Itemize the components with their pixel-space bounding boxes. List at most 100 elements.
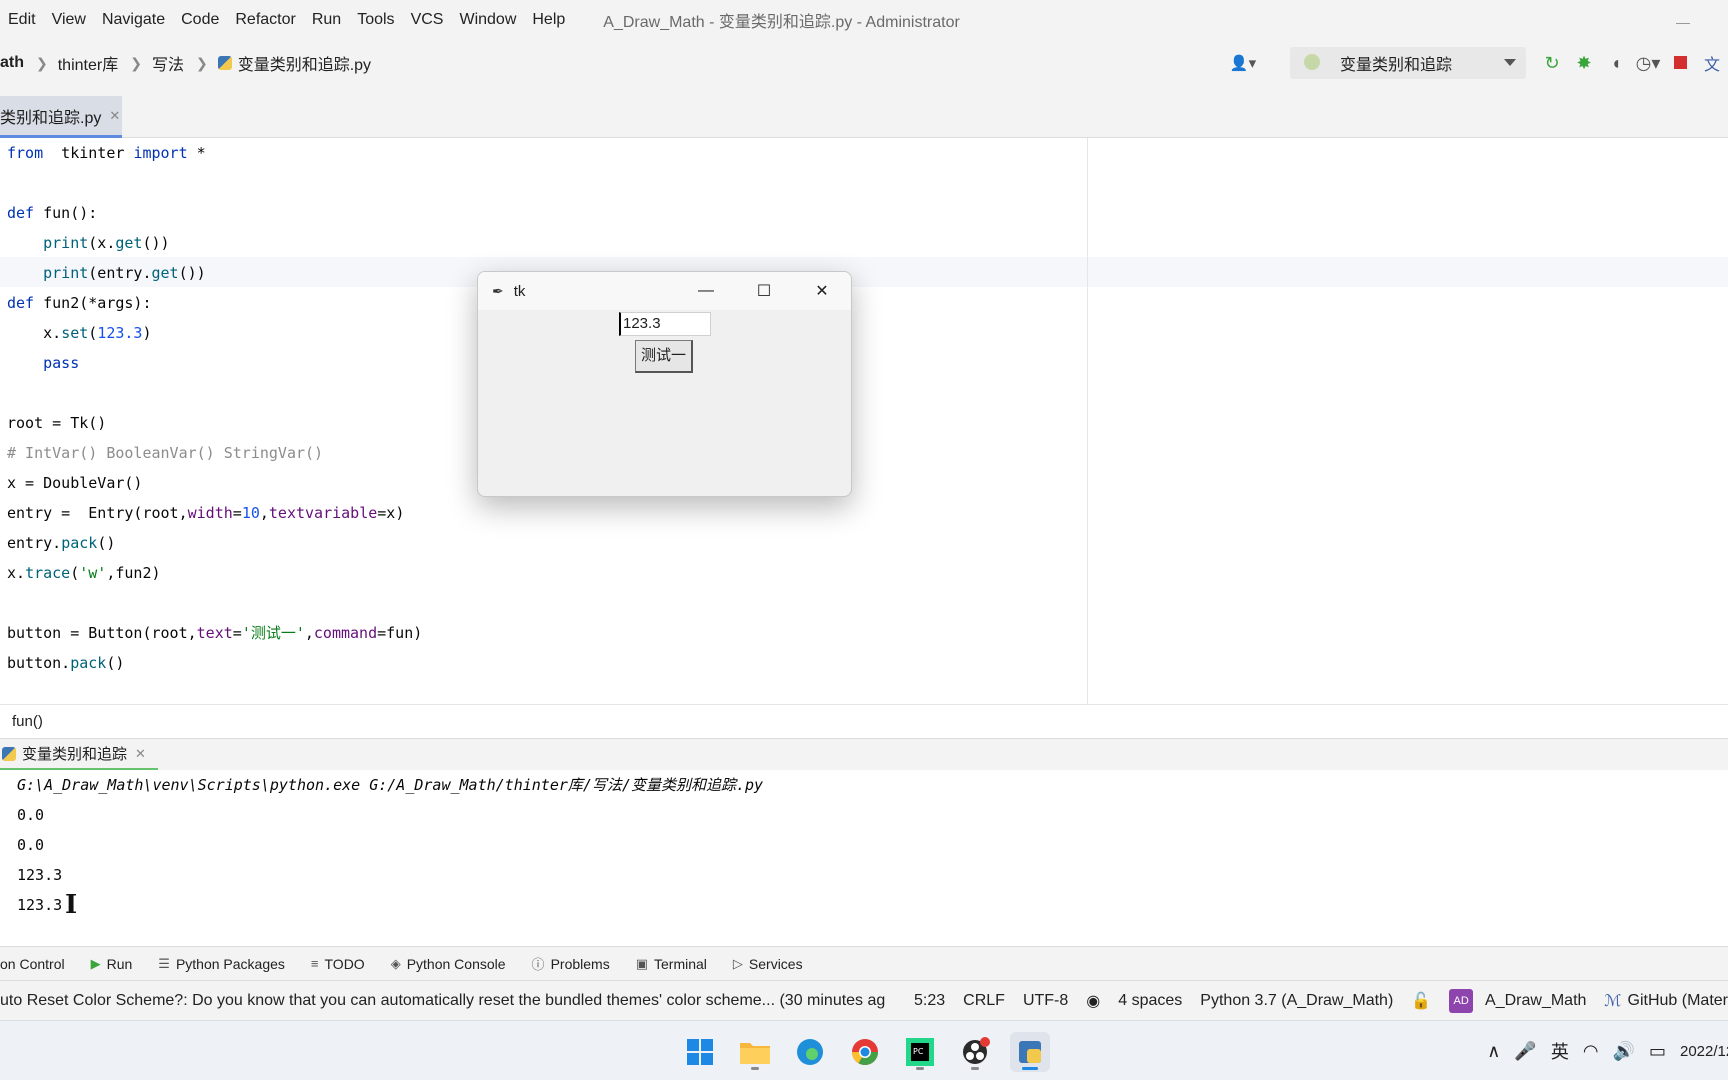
caret-position[interactable]: 5:23 xyxy=(914,992,945,1010)
interpreter-setting[interactable]: Python 3.7 (A_Draw_Math) xyxy=(1200,992,1393,1010)
edge-icon[interactable] xyxy=(790,1032,830,1072)
python-file-icon xyxy=(217,56,232,70)
translate-icon[interactable]: 文 xyxy=(1696,51,1728,75)
console-command: G:\A_Draw_Math\venv\Scripts\python.exe G… xyxy=(17,776,764,794)
edge-browser-icon xyxy=(797,1039,823,1065)
tk-minimize-button[interactable]: — xyxy=(677,272,735,310)
console-output-line: 123.3 xyxy=(17,866,63,884)
code-line[interactable]: pass xyxy=(7,348,79,378)
code-line[interactable]: def fun(): xyxy=(7,198,97,228)
chrome-icon[interactable] xyxy=(845,1032,885,1072)
python-tk-app-icon[interactable] xyxy=(1010,1032,1050,1072)
tk-entry-field[interactable]: 123.3 xyxy=(619,312,711,336)
tk-window[interactable]: ✒ tk — ☐ ✕ 123.3 测试一 xyxy=(477,271,852,497)
rerun-icon[interactable]: ↻ xyxy=(1536,53,1568,74)
menu-view[interactable]: View xyxy=(44,11,94,29)
text-cursor-icon: I xyxy=(65,890,78,920)
code-line[interactable]: print(entry.get()) xyxy=(7,258,206,288)
code-line[interactable]: x = DoubleVar() xyxy=(7,468,142,498)
run-configuration-select[interactable]: 变量类别和追踪 xyxy=(1290,47,1526,79)
clock[interactable]: 2022/12 xyxy=(1680,1043,1728,1060)
chevron-up-icon[interactable]: ∧ xyxy=(1487,1041,1500,1062)
tab-active-file[interactable]: 类别和追踪.py ✕ xyxy=(0,96,122,138)
project-name[interactable]: A_Draw_Math xyxy=(1485,992,1586,1010)
menu-help[interactable]: Help xyxy=(524,11,573,29)
code-line[interactable]: entry = Entry(root,width=10,textvariable… xyxy=(7,498,404,528)
menu-refactor[interactable]: Refactor xyxy=(227,11,303,29)
close-icon[interactable]: ✕ xyxy=(135,746,146,762)
eye-icon[interactable]: ◉ xyxy=(1086,991,1100,1011)
line-separator[interactable]: CRLF xyxy=(963,992,1005,1010)
code-line[interactable]: entry.pack() xyxy=(7,528,115,558)
wifi-icon[interactable]: ◠ xyxy=(1583,1041,1599,1062)
code-line[interactable]: # IntVar() BooleanVar() StringVar() xyxy=(7,438,323,468)
minimize-window-button[interactable] xyxy=(1676,10,1690,24)
python-console-icon: ◈ xyxy=(390,955,401,971)
ime-indicator[interactable]: 英 xyxy=(1551,1038,1569,1064)
tool-version-control[interactable]: on Control xyxy=(0,956,65,972)
editor-breadcrumb[interactable]: fun() xyxy=(0,704,1728,738)
tool-terminal[interactable]: ▣ Terminal xyxy=(636,956,707,972)
tool-run[interactable]: ▶ Run xyxy=(91,956,133,972)
status-message[interactable]: uto Reset Color Scheme?: Do you know tha… xyxy=(0,992,914,1010)
stop-icon[interactable] xyxy=(1664,53,1696,74)
menu-navigate[interactable]: Navigate xyxy=(94,11,173,29)
run-tab[interactable]: 变量类别和追踪 ✕ xyxy=(0,739,158,771)
breadcrumb-file[interactable]: 变量类别和追踪.py xyxy=(217,51,371,75)
code-line[interactable]: button.pack() xyxy=(7,648,124,678)
code-line[interactable]: x.set(123.3) xyxy=(7,318,151,348)
lock-icon[interactable]: 🔓 xyxy=(1411,991,1431,1011)
code-line[interactable]: def fun2(*args): xyxy=(7,288,152,318)
tool-todo[interactable]: ≡ TODO xyxy=(311,956,365,972)
breadcrumb-folder-thinter[interactable]: thinter库 xyxy=(58,51,118,75)
microphone-icon[interactable]: 🎤 xyxy=(1514,1041,1536,1062)
menu-window[interactable]: Window xyxy=(451,11,524,29)
tk-test-button[interactable]: 测试一 xyxy=(635,340,693,373)
tk-window-title: tk xyxy=(513,282,526,300)
start-icon[interactable] xyxy=(680,1032,720,1072)
breadcrumb-folder-xiefa[interactable]: 写法 xyxy=(152,51,184,75)
tk-titlebar[interactable]: ✒ tk — ☐ ✕ xyxy=(478,272,851,310)
run-console[interactable]: G:\A_Draw_Math\venv\Scripts\python.exe G… xyxy=(0,770,1728,946)
code-line[interactable]: button = Button(root,text='测试一',command=… xyxy=(7,618,422,648)
menu-code[interactable]: Code xyxy=(173,11,227,29)
menu-vcs[interactable]: VCS xyxy=(403,11,452,29)
windows-taskbar: PC ∧ 🎤 英 ◠ 🔊 ▭ 2022/12 xyxy=(0,1020,1728,1080)
tk-close-button[interactable]: ✕ xyxy=(793,272,851,310)
tool-services[interactable]: ▷ Services xyxy=(733,956,803,972)
menu-edit[interactable]: Edit xyxy=(0,11,44,29)
list-icon: ≡ xyxy=(310,956,319,971)
menu-run[interactable]: Run xyxy=(304,11,349,29)
tool-python-packages[interactable]: ☰ Python Packages xyxy=(158,956,285,972)
file-explorer-icon[interactable] xyxy=(735,1032,775,1072)
code-editor[interactable]: from tkinter import * def fun(): print(x.… xyxy=(0,138,1728,704)
code-line[interactable]: print(x.get()) xyxy=(7,228,169,258)
breadcrumb-project[interactable]: ath xyxy=(0,54,24,72)
coverage-icon[interactable]: ◖ xyxy=(1600,53,1632,74)
pycharm-icon[interactable]: PC xyxy=(900,1032,940,1072)
code-line[interactable]: from tkinter import * xyxy=(7,138,206,168)
tk-maximize-button[interactable]: ☐ xyxy=(735,272,793,310)
run-icon: ▶ xyxy=(90,955,101,971)
indent-setting[interactable]: 4 spaces xyxy=(1118,992,1182,1010)
tool-problems[interactable]: ⓘ Problems xyxy=(532,954,610,973)
battery-icon[interactable]: ▭ xyxy=(1649,1041,1666,1062)
file-encoding[interactable]: UTF-8 xyxy=(1023,992,1068,1010)
debug-icon[interactable]: ✸ xyxy=(1568,53,1600,74)
windows-logo-icon xyxy=(687,1039,713,1065)
breadcrumb-project-label: ath xyxy=(0,54,24,71)
window-title: A_Draw_Math - 变量类别和追踪.py - Administrator xyxy=(603,14,960,31)
profile-icon[interactable]: ◷▾ xyxy=(1632,53,1664,74)
right-margin-guide xyxy=(1087,138,1088,704)
close-icon[interactable]: ✕ xyxy=(109,108,120,124)
menu-tools[interactable]: Tools xyxy=(349,11,402,29)
code-line[interactable]: root = Tk() xyxy=(7,408,106,438)
obs-app-icon xyxy=(963,1037,990,1064)
user-icon[interactable]: 👤▾ xyxy=(1226,54,1260,72)
obs-icon[interactable] xyxy=(955,1032,995,1072)
theme-name[interactable]: GitHub (Mater xyxy=(1628,992,1728,1010)
running-indicator xyxy=(971,1067,979,1070)
code-line[interactable]: x.trace('w',fun2) xyxy=(7,558,161,588)
tool-python-console[interactable]: ◈ Python Console xyxy=(391,956,506,972)
volume-icon[interactable]: 🔊 xyxy=(1613,1041,1635,1062)
